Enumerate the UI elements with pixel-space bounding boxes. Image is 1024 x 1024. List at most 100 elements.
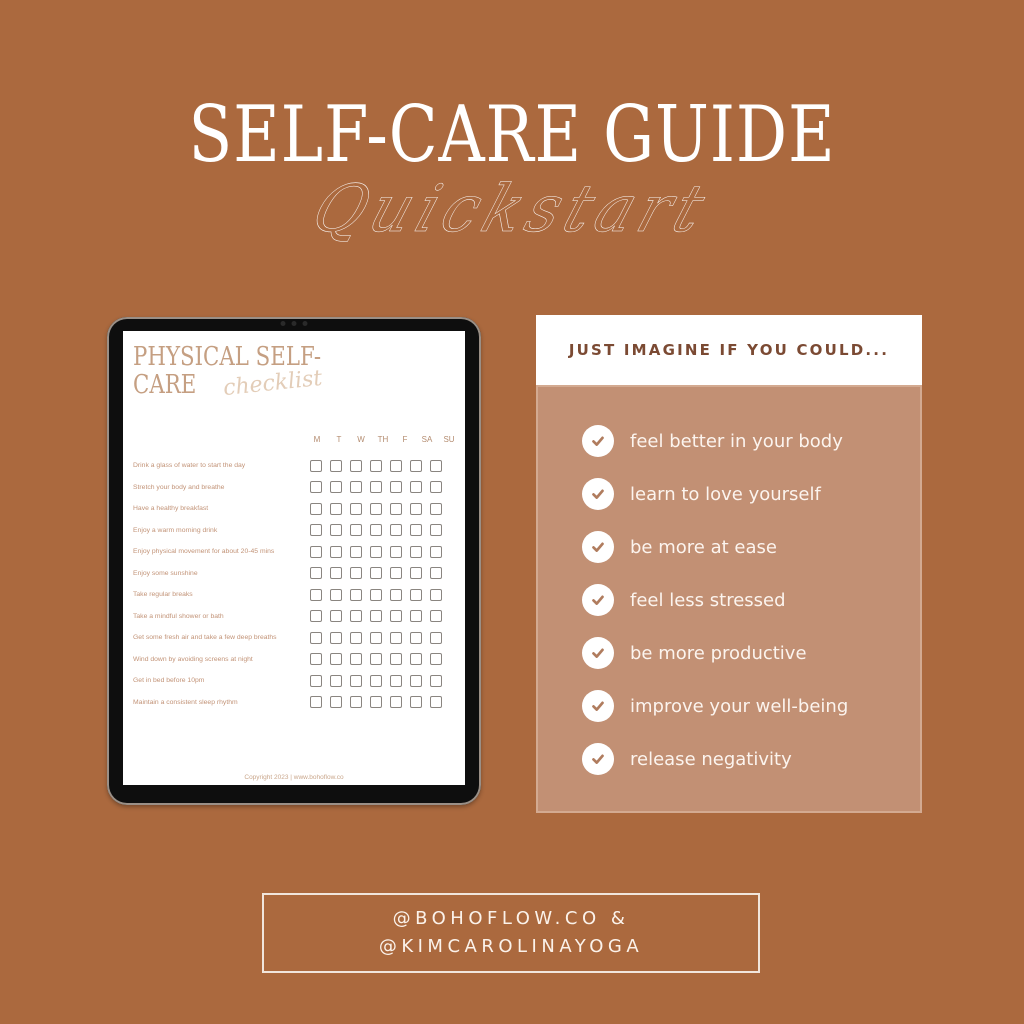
checkbox[interactable] [370, 631, 382, 644]
social-handles-box: @BOHOFLOW.CO & @KIMCAROLINAYOGA [262, 893, 760, 973]
checkbox[interactable] [390, 674, 402, 687]
checkbox[interactable] [350, 459, 362, 472]
checkbox[interactable] [430, 610, 442, 623]
checkbox[interactable] [370, 567, 382, 580]
checkbox[interactable] [310, 610, 322, 623]
checkbox[interactable] [390, 481, 402, 494]
checkbox[interactable] [430, 502, 442, 515]
checkbox[interactable] [390, 631, 402, 644]
checkbox[interactable] [410, 610, 422, 623]
checkbox[interactable] [330, 588, 342, 601]
checkbox[interactable] [410, 567, 422, 580]
checkbox[interactable] [430, 567, 442, 580]
checkbox[interactable] [370, 588, 382, 601]
checklist-row: Have a healthy breakfast [133, 498, 455, 520]
checkbox[interactable] [350, 653, 362, 666]
checkbox[interactable] [370, 696, 382, 709]
checkbox[interactable] [330, 696, 342, 709]
checkbox[interactable] [370, 610, 382, 623]
checkbox[interactable] [310, 545, 322, 558]
checklist-row: Take regular breaks [133, 584, 455, 606]
checkbox[interactable] [310, 481, 322, 494]
checkbox[interactable] [370, 502, 382, 515]
checkbox[interactable] [430, 524, 442, 537]
checkbox[interactable] [430, 545, 442, 558]
checkbox[interactable] [350, 696, 362, 709]
checkbox[interactable] [410, 588, 422, 601]
benefits-list: feel better in your body learn to love yo… [536, 385, 922, 813]
checkbox[interactable] [350, 674, 362, 687]
checkbox[interactable] [330, 502, 342, 515]
checkbox[interactable] [350, 588, 362, 601]
checkbox[interactable] [330, 610, 342, 623]
checkbox[interactable] [370, 481, 382, 494]
checkbox[interactable] [410, 502, 422, 515]
checkbox[interactable] [310, 567, 322, 580]
checkbox[interactable] [390, 502, 402, 515]
checkbox[interactable] [390, 524, 402, 537]
checkbox[interactable] [310, 696, 322, 709]
checklist-item-label: Maintain a consistent sleep rhythm [133, 698, 238, 706]
checkbox[interactable] [430, 588, 442, 601]
checkbox[interactable] [430, 459, 442, 472]
checkbox[interactable] [310, 588, 322, 601]
checkbox[interactable] [330, 524, 342, 537]
checkbox[interactable] [390, 696, 402, 709]
page-title: SELF-CARE GUIDE [188, 90, 836, 180]
day-header: TH [377, 435, 389, 444]
checkbox[interactable] [410, 459, 422, 472]
checkbox[interactable] [310, 631, 322, 644]
checkbox-group [306, 502, 446, 515]
checkbox[interactable] [430, 481, 442, 494]
checkbox[interactable] [330, 674, 342, 687]
tablet-mockup: PHYSICAL SELF- CARE checklist M T W TH F SA SU… [107, 317, 481, 805]
checklist-row: Get in bed before 10pm [133, 670, 455, 692]
checkbox[interactable] [410, 524, 422, 537]
checkbox[interactable] [350, 610, 362, 623]
checkbox[interactable] [390, 588, 402, 601]
checkbox[interactable] [430, 674, 442, 687]
checkbox[interactable] [430, 653, 442, 666]
checkbox[interactable] [390, 653, 402, 666]
checkbox[interactable] [310, 674, 322, 687]
checkbox[interactable] [410, 545, 422, 558]
checkbox[interactable] [410, 631, 422, 644]
checkbox[interactable] [410, 696, 422, 709]
checkbox[interactable] [310, 524, 322, 537]
checkbox[interactable] [350, 524, 362, 537]
checkbox[interactable] [350, 481, 362, 494]
checkbox[interactable] [390, 545, 402, 558]
checkbox[interactable] [330, 459, 342, 472]
checkbox[interactable] [370, 524, 382, 537]
checkbox[interactable] [410, 653, 422, 666]
checkbox[interactable] [390, 459, 402, 472]
checkbox[interactable] [330, 567, 342, 580]
checklist-row: Enjoy some sunshine [133, 563, 455, 585]
checkbox[interactable] [330, 631, 342, 644]
checkbox[interactable] [350, 502, 362, 515]
checkbox[interactable] [390, 567, 402, 580]
checkbox[interactable] [430, 631, 442, 644]
checkbox[interactable] [390, 610, 402, 623]
checkbox[interactable] [350, 631, 362, 644]
checkbox[interactable] [370, 459, 382, 472]
checkbox[interactable] [370, 545, 382, 558]
checkbox[interactable] [330, 653, 342, 666]
checkbox[interactable] [310, 502, 322, 515]
checkbox[interactable] [370, 674, 382, 687]
checkbox[interactable] [410, 481, 422, 494]
checkbox[interactable] [330, 545, 342, 558]
checklist-item-label: Get in bed before 10pm [133, 677, 205, 685]
checkbox[interactable] [370, 653, 382, 666]
checkbox[interactable] [350, 545, 362, 558]
checkbox[interactable] [330, 481, 342, 494]
benefit-text: improve your well-being [630, 695, 849, 717]
checklist-item-label: Enjoy physical movement for about 20-45 … [133, 548, 275, 556]
checkbox[interactable] [310, 653, 322, 666]
benefit-item: feel better in your body [582, 425, 843, 457]
checklist-item-label: Wind down by avoiding screens at night [133, 655, 253, 663]
checkbox[interactable] [430, 696, 442, 709]
checkbox[interactable] [410, 674, 422, 687]
checkbox[interactable] [350, 567, 362, 580]
checkbox[interactable] [310, 459, 322, 472]
